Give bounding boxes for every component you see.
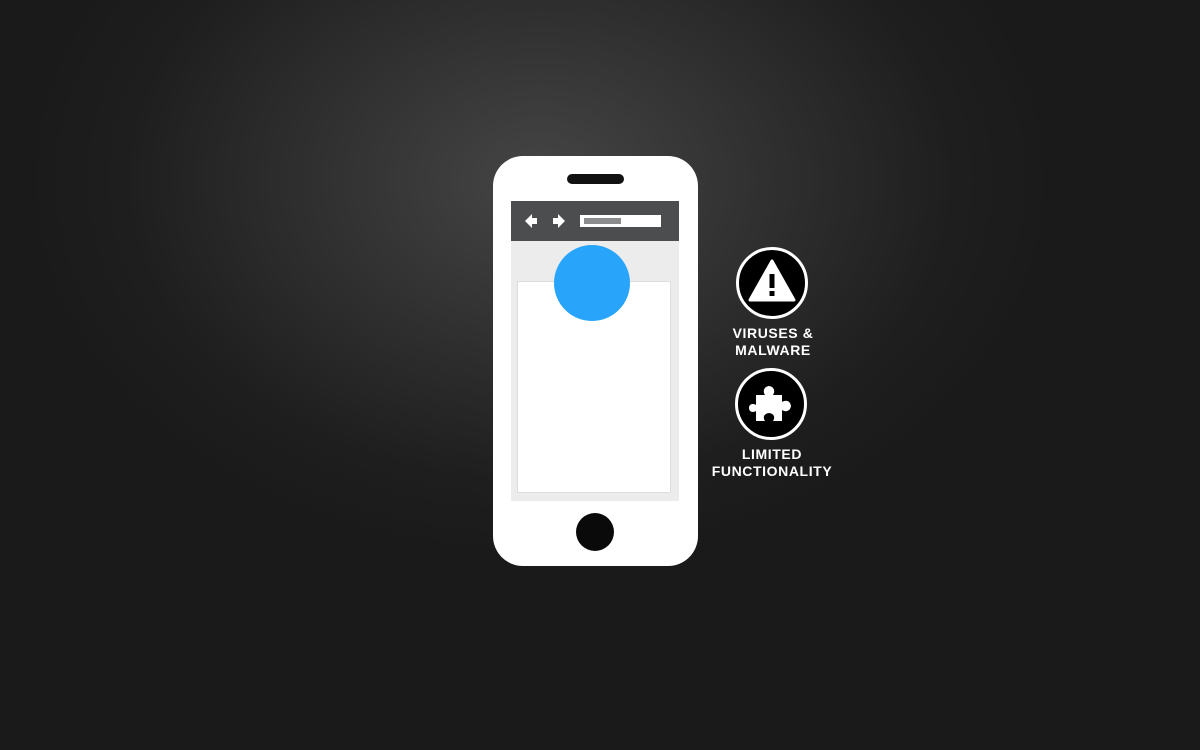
address-bar-progress xyxy=(584,218,621,224)
arrow-right-icon xyxy=(553,214,565,228)
phone-speaker xyxy=(567,174,624,184)
smartphone xyxy=(493,156,698,566)
warning-triangle-icon xyxy=(748,259,796,302)
browser-toolbar xyxy=(511,201,679,241)
label-line: LIMITED xyxy=(741,446,803,462)
phone-screen xyxy=(511,201,679,501)
address-bar xyxy=(580,215,661,227)
limited-functionality-label: LIMITED FUNCTIONALITY xyxy=(672,446,872,480)
puzzle-piece-icon xyxy=(749,386,791,421)
functionality-badge xyxy=(735,368,807,440)
arrow-left-icon xyxy=(525,214,537,228)
label-line: FUNCTIONALITY xyxy=(711,463,833,479)
viruses-malware-label: VIRUSES & MALWARE xyxy=(673,325,873,359)
warning-badge xyxy=(736,247,808,319)
home-button xyxy=(576,513,614,551)
label-line: MALWARE xyxy=(735,342,811,358)
label-line: VIRUSES & xyxy=(732,325,814,341)
content-circle xyxy=(554,245,630,321)
illustration: VIRUSES & MALWARE LIMITED FUNCTIONALITY xyxy=(0,0,1200,750)
